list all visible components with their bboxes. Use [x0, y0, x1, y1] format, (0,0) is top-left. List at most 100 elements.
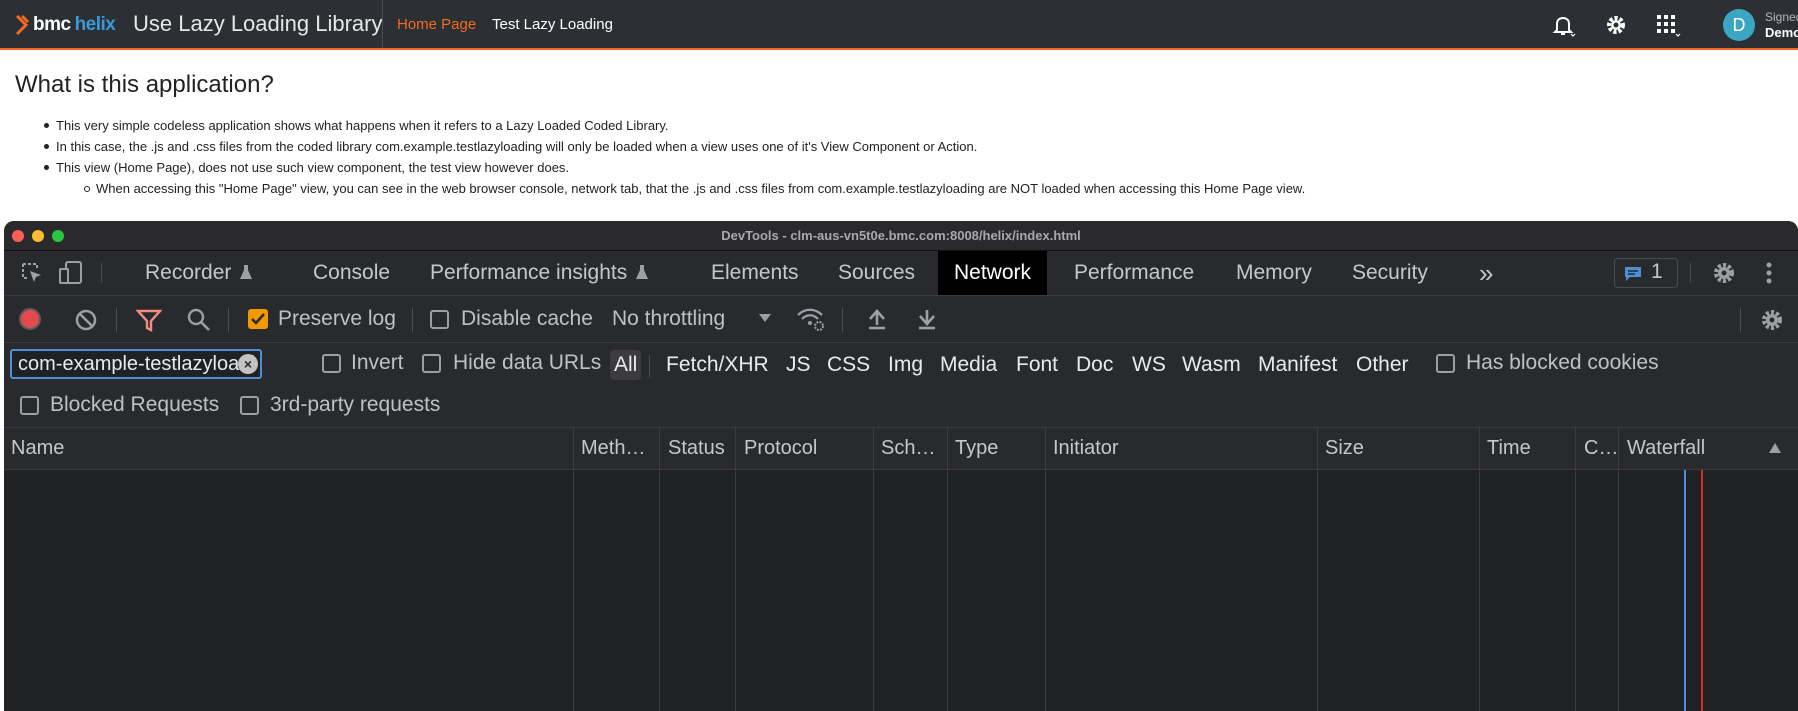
network-conditions-icon[interactable] [796, 306, 826, 332]
bmc-helix-logo[interactable]: bmc helix [14, 12, 116, 38]
tab-performance-insights[interactable]: Performance insights [430, 251, 649, 295]
column-divider[interactable] [1045, 428, 1046, 711]
type-filter-img[interactable]: Img [888, 350, 923, 380]
column-type[interactable]: Type [955, 428, 1045, 469]
blocked-requests-checkbox[interactable] [20, 396, 39, 415]
filter-input[interactable]: com-example-testlazyloadi [10, 349, 262, 379]
load-event-marker [1701, 470, 1703, 711]
clear-filter-icon[interactable]: × [238, 354, 258, 374]
column-waterfall[interactable]: Waterfall [1627, 428, 1767, 469]
nav-test-lazy-loading[interactable]: Test Lazy Loading [492, 16, 613, 33]
export-har-icon[interactable] [916, 307, 938, 331]
type-filter-other[interactable]: Other [1356, 350, 1409, 380]
user-status-label: Signed [1765, 10, 1798, 24]
tab-performance[interactable]: Performance [1074, 251, 1194, 295]
toolbar-divider [228, 308, 229, 332]
column-divider[interactable] [735, 428, 736, 711]
column-divider[interactable] [1317, 428, 1318, 711]
toolbar-divider [116, 308, 117, 332]
tab-recorder[interactable]: Recorder [145, 251, 253, 295]
column-divider[interactable] [1575, 428, 1576, 711]
preserve-log-checkbox[interactable] [248, 309, 268, 329]
nav-home-page[interactable]: Home Page [397, 16, 476, 33]
more-options-icon[interactable] [1764, 260, 1774, 286]
column-divider[interactable] [947, 428, 948, 711]
filter-bar: com-example-testlazyloadi × Invert Hide … [4, 343, 1798, 428]
list-item-text: This view (Home Page), does not use such… [56, 160, 570, 175]
list-item: This very simple codeless application sh… [43, 115, 1305, 136]
type-filter-media[interactable]: Media [940, 350, 997, 380]
tab-elements[interactable]: Elements [711, 251, 799, 295]
inspect-element-icon[interactable] [20, 261, 44, 285]
column-divider[interactable] [873, 428, 874, 711]
column-divider[interactable] [573, 428, 574, 711]
type-filter-ws[interactable]: WS [1132, 350, 1166, 380]
experiment-flask-icon [636, 265, 649, 279]
list-item: In this case, the .js and .css files fro… [43, 136, 1305, 157]
logo-text-helix: helix [74, 14, 116, 35]
column-time[interactable]: Time [1487, 428, 1573, 469]
app-header: bmc helix Use Lazy Loading Library Home … [0, 0, 1798, 50]
settings-gear-icon[interactable] [1711, 260, 1737, 286]
column-method[interactable]: Meth… [581, 428, 661, 469]
device-toolbar-icon[interactable] [58, 260, 84, 286]
sub-list: When accessing this "Home Page" view, yo… [83, 178, 1305, 199]
devtools-titlebar: DevTools - clm-aus-vn5t0e.bmc.com:8008/h… [4, 221, 1798, 251]
tab-sources[interactable]: Sources [838, 251, 915, 295]
requests-table-header: Name Meth… Status Protocol Sch… Type Ini… [4, 428, 1798, 470]
hide-data-urls-checkbox[interactable] [422, 354, 441, 373]
dropdown-arrow-icon [759, 314, 771, 322]
column-initiator[interactable]: Initiator [1053, 428, 1313, 469]
invert-checkbox[interactable] [322, 354, 341, 373]
type-filter-fetch-xhr[interactable]: Fetch/XHR [666, 350, 769, 380]
column-status[interactable]: Status [668, 428, 740, 469]
preserve-log-label: Preserve log [278, 307, 396, 330]
column-divider[interactable] [659, 428, 660, 711]
app-launcher-icon[interactable] [1655, 12, 1681, 38]
column-protocol[interactable]: Protocol [744, 428, 874, 469]
clear-icon[interactable] [74, 308, 98, 332]
has-blocked-cookies-checkbox[interactable] [1436, 354, 1455, 373]
bell-icon[interactable] [1550, 12, 1576, 38]
type-filter-font[interactable]: Font [1016, 350, 1058, 380]
sort-ascending-icon[interactable] [1768, 442, 1782, 454]
type-filter-css[interactable]: CSS [827, 350, 870, 380]
search-icon[interactable] [186, 307, 212, 333]
toolbar-divider [412, 308, 413, 332]
third-party-requests-label: 3rd-party requests [270, 393, 441, 416]
issues-counter[interactable]: 1 [1614, 258, 1678, 288]
record-icon[interactable] [18, 307, 42, 331]
column-size[interactable]: Size [1325, 428, 1475, 469]
toolbar-divider [1740, 308, 1741, 332]
column-divider[interactable] [1479, 428, 1480, 711]
type-filter-manifest[interactable]: Manifest [1258, 350, 1337, 380]
disable-cache-checkbox[interactable] [430, 310, 449, 329]
tab-divider [1690, 263, 1691, 283]
disable-cache-label: Disable cache [461, 307, 593, 330]
tab-network[interactable]: Network [938, 251, 1048, 295]
import-har-icon[interactable] [866, 307, 888, 331]
column-name[interactable]: Name [11, 428, 491, 469]
user-name[interactable]: Demo [1765, 25, 1798, 40]
app-title: Use Lazy Loading Library [133, 11, 383, 36]
tab-label: Performance insights [430, 261, 628, 284]
tab-security[interactable]: Security [1352, 251, 1428, 295]
more-tabs-chevron-icon[interactable]: » [1479, 251, 1493, 295]
avatar[interactable]: D [1723, 9, 1755, 41]
column-cookies[interactable]: C… [1584, 428, 1620, 469]
tab-memory[interactable]: Memory [1236, 251, 1312, 295]
filter-icon[interactable] [136, 307, 162, 333]
type-filter-doc[interactable]: Doc [1076, 350, 1113, 380]
logo-text-bmc: bmc [33, 14, 71, 35]
devtools-tab-bar: Recorder Console Performance insights El… [4, 251, 1798, 296]
network-settings-gear-icon[interactable] [1759, 307, 1785, 333]
third-party-requests-checkbox[interactable] [240, 396, 259, 415]
gear-icon[interactable] [1603, 12, 1629, 38]
type-filter-all[interactable]: All [610, 350, 642, 380]
invert-label: Invert [351, 351, 404, 374]
column-divider[interactable] [1618, 428, 1619, 711]
tab-console[interactable]: Console [313, 251, 390, 295]
type-filter-js[interactable]: JS [786, 350, 811, 380]
type-filter-wasm[interactable]: Wasm [1182, 350, 1241, 380]
column-scheme[interactable]: Sch… [881, 428, 947, 469]
